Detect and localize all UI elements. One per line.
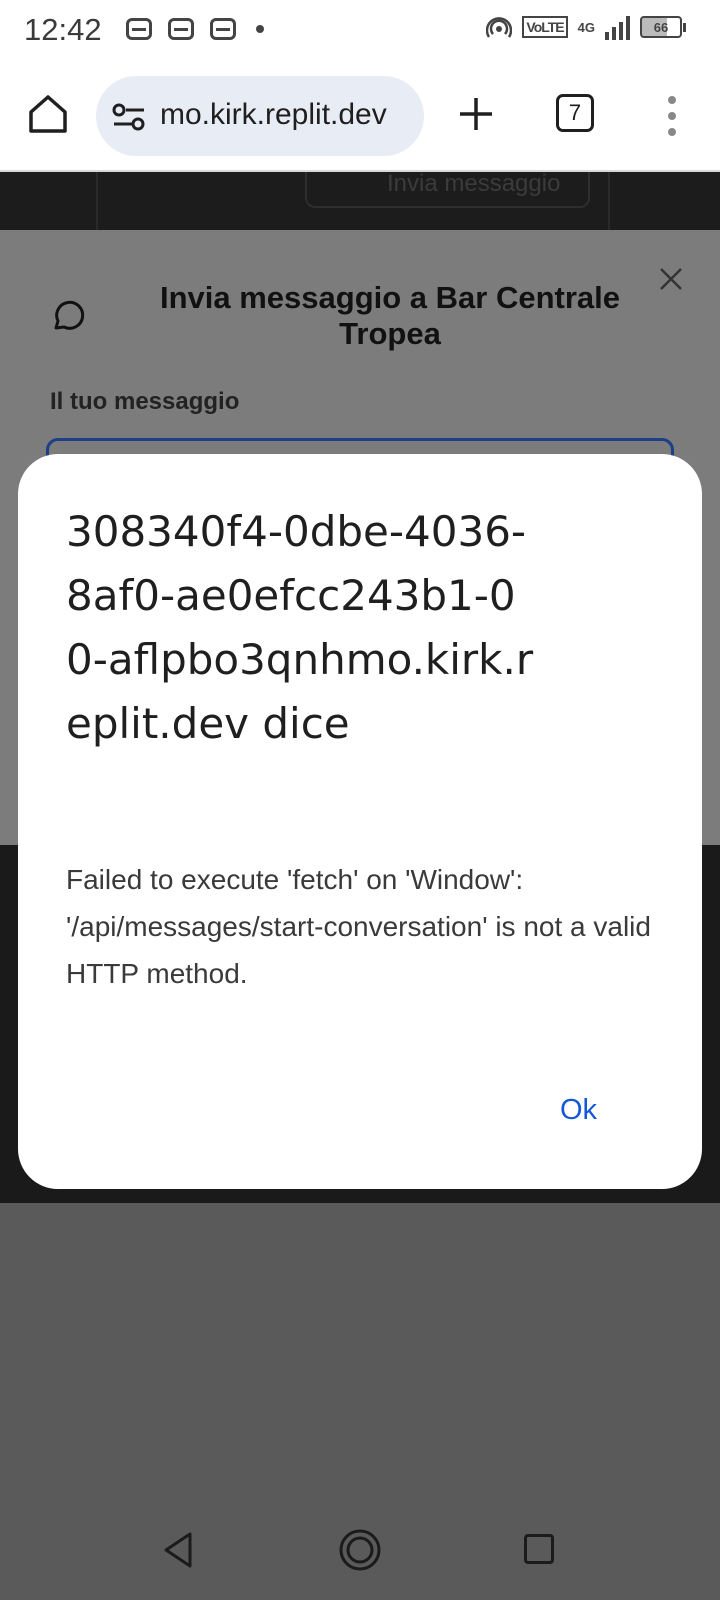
- alert-dialog: 308340f4-0dbe-4036-8af0-ae0efcc243b1-00-…: [18, 454, 702, 1189]
- close-icon: [660, 268, 682, 290]
- wallet-icon: [210, 18, 236, 40]
- url-text[interactable]: mo.kirk.replit.dev: [160, 98, 387, 132]
- new-tab-icon[interactable]: [456, 94, 496, 134]
- more-options-icon[interactable]: [660, 96, 684, 136]
- message-field-label: Il tuo messaggio: [50, 388, 240, 415]
- status-bar: 12:42 VoLTE 4G 66: [0, 0, 720, 62]
- volte-icon: VoLTE: [522, 16, 568, 38]
- url-bar[interactable]: mo.kirk.replit.dev: [96, 76, 424, 156]
- ok-button[interactable]: Ok: [560, 1094, 597, 1127]
- signal-icon: [605, 14, 630, 40]
- tab-switcher-button[interactable]: 7: [556, 94, 594, 132]
- notification-icons: [126, 18, 264, 40]
- navigation-bar: [0, 1500, 720, 1600]
- battery-icon: 66: [640, 16, 686, 38]
- browser-toolbar: mo.kirk.replit.dev 7: [0, 62, 720, 172]
- home-nav-icon[interactable]: [338, 1528, 382, 1572]
- wallet-icon: [168, 18, 194, 40]
- home-icon[interactable]: [26, 92, 70, 136]
- alert-message: Failed to execute 'fetch' on 'Window': '…: [66, 864, 651, 989]
- status-time: 12:42: [24, 12, 102, 47]
- back-icon[interactable]: [160, 1530, 196, 1570]
- recents-icon[interactable]: [524, 1534, 554, 1564]
- tab-count: 7: [568, 100, 582, 125]
- hotspot-icon: [486, 17, 513, 38]
- wallet-icon: [126, 18, 152, 40]
- site-settings-icon[interactable]: [112, 102, 146, 132]
- chat-bubble-icon: [54, 300, 85, 330]
- dot-icon: [256, 25, 264, 33]
- system-icons: VoLTE 4G 66: [486, 14, 686, 40]
- send-message-button: Invia messaggio: [305, 170, 590, 208]
- battery-level: 66: [653, 19, 669, 35]
- alert-title: 308340f4-0dbe-4036-8af0-ae0efcc243b1-00-…: [66, 507, 534, 748]
- modal-title: Invia messaggio a Bar Centrale Tropea: [159, 280, 621, 351]
- network-type: 4G: [577, 19, 595, 35]
- send-message-label: Invia messaggio: [387, 170, 561, 197]
